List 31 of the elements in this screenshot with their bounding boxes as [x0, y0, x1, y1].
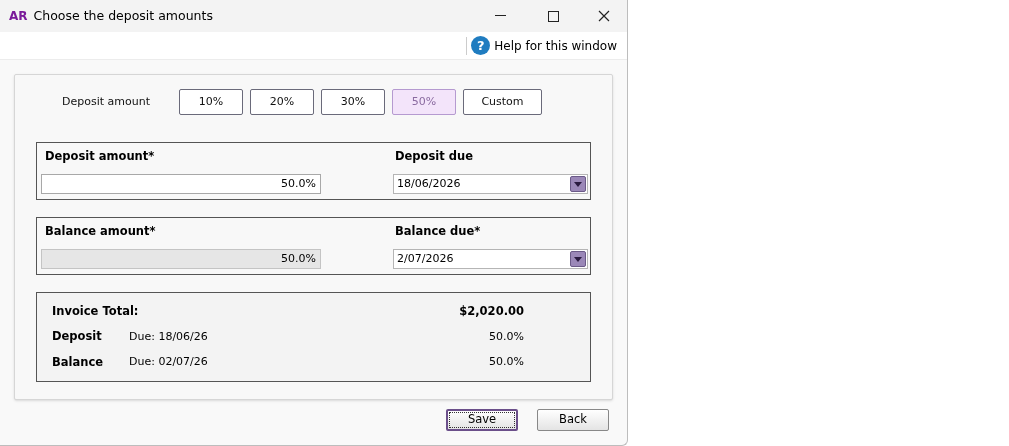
amount-field[interactable]: 50.0% [41, 174, 321, 194]
summary-value: 50.0% [489, 353, 524, 370]
dialog-button[interactable]: Save [446, 409, 518, 431]
field-label: Balance amount* [44, 223, 157, 240]
summary-label: Deposit [52, 328, 103, 346]
maximize-icon[interactable] [548, 10, 559, 22]
date-dropdown[interactable]: 18/06/2026 [393, 174, 588, 194]
summary-value: 50.0% [489, 328, 524, 345]
close-icon[interactable] [598, 10, 610, 22]
due-date-text: Due: 18/06/26 [129, 328, 208, 345]
dialog-button[interactable]: Back [537, 409, 609, 431]
app-logo: AR [9, 8, 28, 25]
preset-button[interactable]: 50% [392, 89, 456, 115]
minimize-icon[interactable] [495, 15, 506, 17]
help-icon: ? [471, 36, 491, 55]
window-title: Choose the deposit amounts [33, 6, 213, 25]
summary-value: $2,020.00 [459, 303, 524, 320]
due-date-text: Due: 02/07/26 [129, 353, 208, 370]
preset-button[interactable]: 20% [250, 89, 314, 115]
field-label: Deposit amount [62, 93, 151, 110]
field-label: Deposit amount* [44, 148, 156, 165]
amount-field: 50.0% [41, 249, 321, 269]
preset-button[interactable]: 10% [179, 89, 243, 115]
date-dropdown[interactable]: 2/07/2026 [393, 249, 588, 269]
preset-button[interactable]: 30% [321, 89, 385, 115]
field-label: Balance due* [394, 223, 482, 240]
field-label: Deposit due [394, 148, 474, 165]
summary-label: Invoice Total: [52, 303, 139, 320]
summary-label: Balance [52, 353, 105, 371]
help-link[interactable]: ? Help for this window [471, 36, 617, 55]
preset-button[interactable]: Custom [463, 89, 542, 115]
